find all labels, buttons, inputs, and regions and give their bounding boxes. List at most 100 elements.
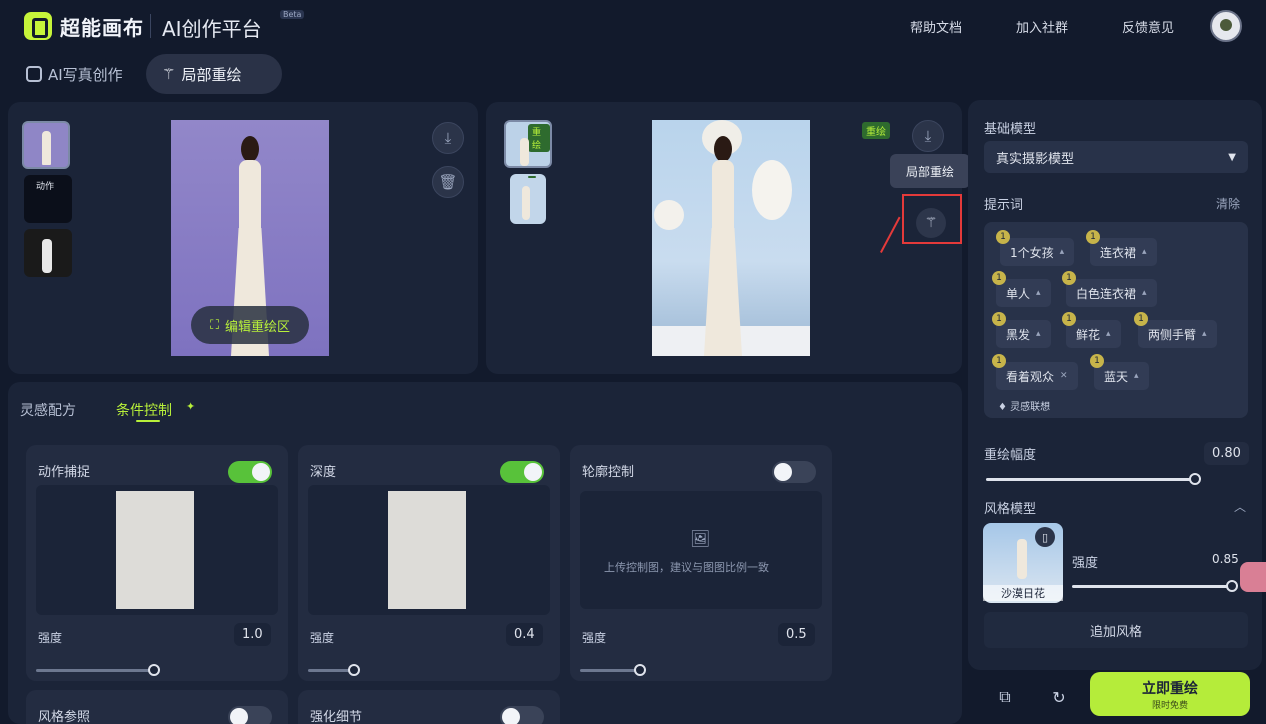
tab-inpaint[interactable]: ⚚ 局部重绘 bbox=[146, 54, 282, 94]
contour-card: 轮廓控制 🖼 上传控制图，建议与图图比例一致 强度 0.5 bbox=[570, 445, 832, 681]
download-icon[interactable]: ⤓ bbox=[432, 122, 464, 154]
join-community-link[interactable]: 加入社群 bbox=[1016, 17, 1068, 36]
pose-image bbox=[116, 491, 194, 609]
style-strength-value[interactable]: 0.85 bbox=[1212, 552, 1239, 566]
portrait-icon bbox=[26, 66, 42, 82]
pose-toggle[interactable] bbox=[228, 461, 272, 483]
tooltip: 局部重绘 bbox=[890, 154, 970, 188]
upload-area[interactable] bbox=[580, 491, 822, 609]
prompt-chip[interactable]: 1 连衣裙 ▴ bbox=[1086, 230, 1157, 266]
result-thumb-2[interactable] bbox=[510, 174, 546, 224]
redraw-slider-track[interactable] bbox=[986, 478, 1196, 481]
depth-image bbox=[388, 491, 466, 609]
go-label: 立即重绘 bbox=[1142, 680, 1198, 697]
style-strength-label: 强度 bbox=[1072, 556, 1099, 571]
style-slider-track[interactable] bbox=[1072, 585, 1230, 588]
strength-slider-knob[interactable] bbox=[348, 664, 360, 676]
style-thumbnail[interactable]: ▯ 沙漠日花 bbox=[983, 523, 1063, 603]
contour-toggle[interactable] bbox=[772, 461, 816, 483]
prompt-chip[interactable]: 1 黑发 ▴ bbox=[992, 312, 1051, 348]
redraw-now-button[interactable]: 立即重绘 限时免费 bbox=[1090, 672, 1250, 716]
strength-value[interactable]: 0.4 bbox=[506, 623, 543, 646]
logo-icon bbox=[24, 12, 52, 40]
inspire-button[interactable]: ♦ 灵感联想 bbox=[998, 398, 1050, 413]
avatar[interactable] bbox=[1210, 10, 1242, 42]
dropdown-icon: ▼ bbox=[1228, 151, 1236, 163]
brand-name: 超能画布 bbox=[60, 16, 144, 40]
redraw-strength-label: 重绘幅度 bbox=[984, 448, 1037, 463]
redraw-strength-value[interactable]: 0.80 bbox=[1204, 442, 1249, 465]
active-tab-indicator bbox=[136, 420, 160, 422]
style-ref-card: 风格参照 bbox=[26, 690, 288, 724]
card-title: 强化细节 bbox=[310, 710, 363, 724]
edit-mask-icon: ⛶ bbox=[209, 317, 220, 333]
card-title: 动作捕捉 bbox=[38, 465, 91, 480]
source-thumb-depth[interactable] bbox=[24, 229, 72, 277]
inpaint-wand-icon[interactable]: ⚚ bbox=[916, 208, 946, 238]
prompt-label: 提示词 bbox=[984, 198, 1024, 213]
strength-slider-knob[interactable] bbox=[148, 664, 160, 676]
card-title: 风格参照 bbox=[38, 710, 91, 724]
strength-slider-track[interactable] bbox=[580, 669, 640, 672]
source-thumb-pose[interactable]: 动作 bbox=[24, 175, 72, 223]
image-upload-icon: 🖼 bbox=[690, 529, 711, 548]
collapse-icon[interactable]: ︿ bbox=[1234, 498, 1246, 515]
strength-label: 强度 bbox=[310, 631, 335, 645]
tab-label: AI写真创作 bbox=[48, 65, 123, 84]
history-icon[interactable]: ⧉ bbox=[994, 686, 1016, 708]
base-model-select[interactable]: 真实摄影模型 ▼ bbox=[984, 141, 1248, 173]
help-docs-link[interactable]: 帮助文档 bbox=[910, 17, 962, 36]
depth-toggle[interactable] bbox=[500, 461, 544, 483]
source-thumb-original[interactable] bbox=[22, 121, 70, 169]
tab-ai-portrait[interactable]: AI写真创作 bbox=[10, 54, 139, 94]
depth-card: 深度 强度 0.4 bbox=[298, 445, 560, 681]
clear-button[interactable]: 清除 bbox=[1216, 195, 1240, 212]
strength-label: 强度 bbox=[38, 631, 63, 645]
result-thumb-1[interactable]: 重绘 bbox=[504, 120, 552, 168]
prompt-chip[interactable]: 1 蓝天 ▴ bbox=[1090, 354, 1149, 390]
base-model-label: 基础模型 bbox=[984, 122, 1037, 137]
thumb-badge: 重绘 bbox=[528, 124, 550, 152]
style-ref-toggle[interactable] bbox=[228, 706, 272, 724]
brand-subtitle: AI创作平台 bbox=[162, 17, 262, 41]
prompt-chip[interactable]: 1 1个女孩 ▴ bbox=[996, 230, 1075, 266]
side-tab[interactable] bbox=[1240, 562, 1266, 592]
edit-mask-button[interactable]: ⛶ 编辑重绘区 bbox=[191, 306, 309, 344]
edit-mask-label: 编辑重绘区 bbox=[225, 319, 291, 335]
strength-value[interactable]: 1.0 bbox=[234, 623, 271, 646]
prompt-chip[interactable]: 1 看着观众 ✕ bbox=[992, 354, 1078, 390]
prompt-chip[interactable]: 1 白色连衣裙 ▴ bbox=[1062, 271, 1157, 307]
prompt-chip[interactable]: 1 单人 ▴ bbox=[992, 271, 1051, 307]
thumb-badge bbox=[528, 176, 536, 178]
trash-icon[interactable]: 🗑 bbox=[432, 166, 464, 198]
strength-slider-knob[interactable] bbox=[634, 664, 646, 676]
detail-card: 强化细节 bbox=[298, 690, 560, 724]
card-title: 轮廓控制 bbox=[582, 465, 635, 480]
version-badge: Beta bbox=[280, 10, 305, 19]
style-name: 沙漠日花 bbox=[983, 585, 1063, 601]
redraw-slider-knob[interactable] bbox=[1189, 473, 1201, 485]
strength-value[interactable]: 0.5 bbox=[778, 623, 815, 646]
base-model-value: 真实摄影模型 bbox=[996, 151, 1075, 167]
refresh-icon[interactable]: ↻ bbox=[1048, 686, 1070, 708]
go-sub: 限时免费 bbox=[1151, 700, 1188, 711]
pose-card: 动作捕捉 强度 1.0 bbox=[26, 445, 288, 681]
result-image bbox=[652, 120, 810, 356]
style-slider-knob[interactable] bbox=[1226, 580, 1238, 592]
thumb-label: 动作 bbox=[36, 182, 55, 192]
replace-icon[interactable]: ▯ bbox=[1035, 527, 1055, 547]
brand-divider bbox=[150, 14, 151, 38]
tab-label: 局部重绘 bbox=[181, 65, 242, 84]
prompt-chip[interactable]: 1 两侧手臂 ▴ bbox=[1134, 312, 1217, 348]
prompt-chip[interactable]: 1 鲜花 ▴ bbox=[1062, 312, 1121, 348]
strength-label: 强度 bbox=[582, 631, 607, 645]
tab-conditions[interactable]: 条件控制 bbox=[116, 400, 172, 420]
add-style-button[interactable]: 追加风格 bbox=[984, 612, 1248, 648]
tab-inspiration[interactable]: 灵感配方 bbox=[20, 400, 76, 420]
detail-toggle[interactable] bbox=[500, 706, 544, 724]
style-model-label: 风格模型 bbox=[984, 502, 1037, 517]
download-icon[interactable]: ⤓ bbox=[912, 120, 944, 152]
feedback-link[interactable]: 反馈意见 bbox=[1122, 17, 1174, 36]
strength-slider-track[interactable] bbox=[36, 669, 154, 672]
redraw-badge: 重绘 bbox=[862, 122, 890, 139]
